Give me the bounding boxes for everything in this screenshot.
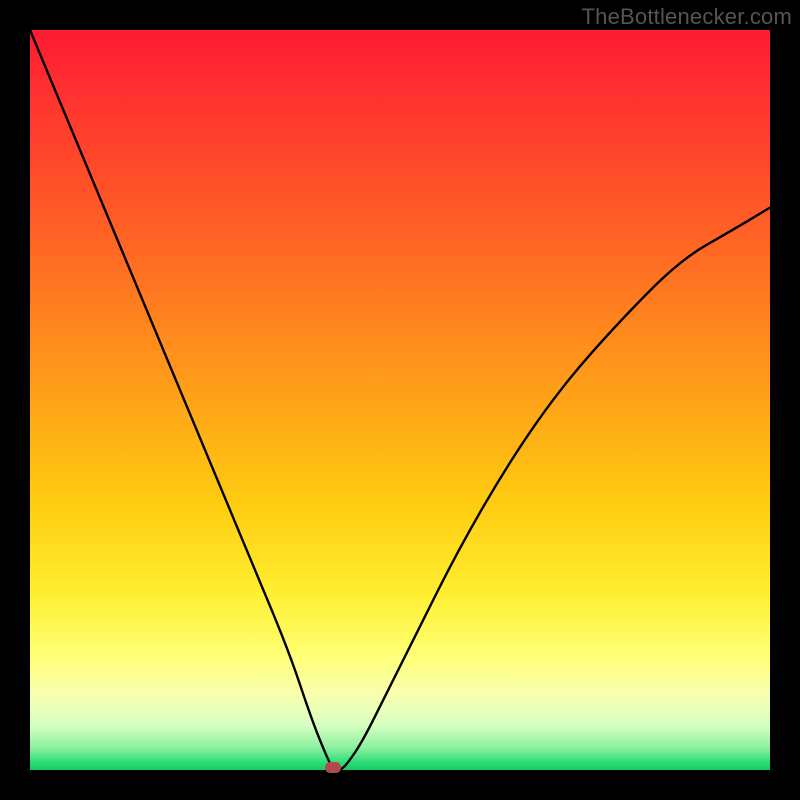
plot-area <box>30 30 770 770</box>
bottleneck-curve <box>30 30 770 770</box>
chart-frame: TheBottlenecker.com <box>0 0 800 800</box>
optimal-marker <box>325 762 341 773</box>
brand-watermark: TheBottlenecker.com <box>582 4 792 30</box>
